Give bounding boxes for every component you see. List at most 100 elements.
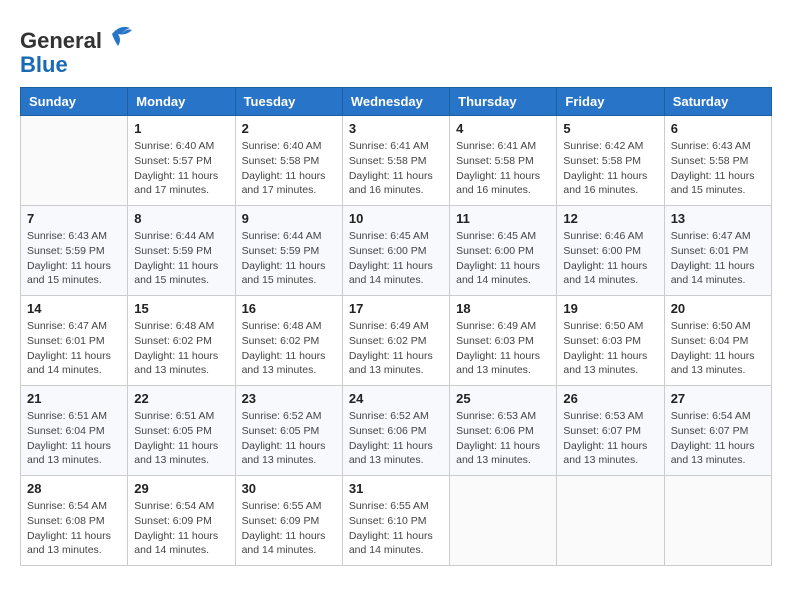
weekday-header-row: SundayMondayTuesdayWednesdayThursdayFrid…	[21, 88, 772, 116]
day-info: Sunrise: 6:46 AMSunset: 6:00 PMDaylight:…	[563, 229, 657, 288]
day-number: 16	[242, 301, 336, 316]
calendar-cell	[450, 476, 557, 566]
calendar-week-row: 1Sunrise: 6:40 AMSunset: 5:57 PMDaylight…	[21, 116, 772, 206]
calendar-header: SundayMondayTuesdayWednesdayThursdayFrid…	[21, 88, 772, 116]
day-info: Sunrise: 6:42 AMSunset: 5:58 PMDaylight:…	[563, 139, 657, 198]
weekday-header-tuesday: Tuesday	[235, 88, 342, 116]
day-number: 9	[242, 211, 336, 226]
day-info: Sunrise: 6:49 AMSunset: 6:02 PMDaylight:…	[349, 319, 443, 378]
day-info: Sunrise: 6:50 AMSunset: 6:03 PMDaylight:…	[563, 319, 657, 378]
calendar-cell: 23 Sunrise: 6:52 AMSunset: 6:05 PMDayligh…	[235, 386, 342, 476]
day-number: 20	[671, 301, 765, 316]
day-info: Sunrise: 6:44 AMSunset: 5:59 PMDaylight:…	[134, 229, 228, 288]
calendar-cell: 28Sunrise: 6:54 AMSunset: 6:08 PMDayligh…	[21, 476, 128, 566]
day-number: 5	[563, 121, 657, 136]
calendar-cell	[21, 116, 128, 206]
calendar-cell: 4 Sunrise: 6:41 AMSunset: 5:58 PMDaylight…	[450, 116, 557, 206]
calendar-cell: 19Sunrise: 6:50 AMSunset: 6:03 PMDayligh…	[557, 296, 664, 386]
weekday-header-sunday: Sunday	[21, 88, 128, 116]
calendar-cell: 12 Sunrise: 6:46 AMSunset: 6:00 PMDayligh…	[557, 206, 664, 296]
calendar-cell: 14Sunrise: 6:47 AMSunset: 6:01 PMDayligh…	[21, 296, 128, 386]
calendar-cell: 21 Sunrise: 6:51 AMSunset: 6:04 PMDayligh…	[21, 386, 128, 476]
day-info: Sunrise: 6:45 AMSunset: 6:00 PMDaylight:…	[456, 229, 550, 288]
day-info: Sunrise: 6:47 AMSunset: 6:01 PMDaylight:…	[671, 229, 765, 288]
calendar-cell: 27 Sunrise: 6:54 AMSunset: 6:07 PMDayligh…	[664, 386, 771, 476]
day-number: 11	[456, 211, 550, 226]
calendar-cell: 10Sunrise: 6:45 AMSunset: 6:00 PMDayligh…	[342, 206, 449, 296]
day-number: 31	[349, 481, 443, 496]
weekday-header-saturday: Saturday	[664, 88, 771, 116]
calendar-cell: 20 Sunrise: 6:50 AMSunset: 6:04 PMDayligh…	[664, 296, 771, 386]
day-number: 21	[27, 391, 121, 406]
day-number: 12	[563, 211, 657, 226]
calendar-cell: 30 Sunrise: 6:55 AMSunset: 6:09 PMDayligh…	[235, 476, 342, 566]
calendar-cell: 7 Sunrise: 6:43 AMSunset: 5:59 PMDaylight…	[21, 206, 128, 296]
day-info: Sunrise: 6:43 AMSunset: 5:59 PMDaylight:…	[27, 229, 121, 288]
calendar-cell: 15Sunrise: 6:48 AMSunset: 6:02 PMDayligh…	[128, 296, 235, 386]
day-info: Sunrise: 6:49 AMSunset: 6:03 PMDaylight:…	[456, 319, 550, 378]
day-info: Sunrise: 6:48 AMSunset: 6:02 PMDaylight:…	[134, 319, 228, 378]
calendar-cell: 1Sunrise: 6:40 AMSunset: 5:57 PMDaylight…	[128, 116, 235, 206]
weekday-header-friday: Friday	[557, 88, 664, 116]
day-number: 30	[242, 481, 336, 496]
logo: General Blue	[20, 20, 132, 77]
day-number: 22	[134, 391, 228, 406]
calendar-cell: 26 Sunrise: 6:53 AMSunset: 6:07 PMDayligh…	[557, 386, 664, 476]
day-info: Sunrise: 6:41 AMSunset: 5:58 PMDaylight:…	[456, 139, 550, 198]
calendar-cell	[557, 476, 664, 566]
calendar-cell: 29Sunrise: 6:54 AMSunset: 6:09 PMDayligh…	[128, 476, 235, 566]
calendar-cell: 9Sunrise: 6:44 AMSunset: 5:59 PMDaylight…	[235, 206, 342, 296]
day-info: Sunrise: 6:51 AMSunset: 6:05 PMDaylight:…	[134, 409, 228, 468]
day-info: Sunrise: 6:55 AMSunset: 6:09 PMDaylight:…	[242, 499, 336, 558]
calendar-cell: 13 Sunrise: 6:47 AMSunset: 6:01 PMDayligh…	[664, 206, 771, 296]
day-info: Sunrise: 6:52 AMSunset: 6:05 PMDaylight:…	[242, 409, 336, 468]
day-number: 18	[456, 301, 550, 316]
day-number: 7	[27, 211, 121, 226]
calendar-cell: 2Sunrise: 6:40 AMSunset: 5:58 PMDaylight…	[235, 116, 342, 206]
logo-general: General	[20, 28, 102, 53]
calendar-week-row: 7 Sunrise: 6:43 AMSunset: 5:59 PMDaylight…	[21, 206, 772, 296]
day-number: 1	[134, 121, 228, 136]
day-info: Sunrise: 6:52 AMSunset: 6:06 PMDaylight:…	[349, 409, 443, 468]
day-number: 6	[671, 121, 765, 136]
calendar-cell: 6 Sunrise: 6:43 AMSunset: 5:58 PMDaylight…	[664, 116, 771, 206]
calendar-cell: 5 Sunrise: 6:42 AMSunset: 5:58 PMDaylight…	[557, 116, 664, 206]
day-info: Sunrise: 6:51 AMSunset: 6:04 PMDaylight:…	[27, 409, 121, 468]
weekday-header-wednesday: Wednesday	[342, 88, 449, 116]
day-number: 28	[27, 481, 121, 496]
day-number: 4	[456, 121, 550, 136]
day-number: 8	[134, 211, 228, 226]
day-info: Sunrise: 6:53 AMSunset: 6:06 PMDaylight:…	[456, 409, 550, 468]
day-info: Sunrise: 6:54 AMSunset: 6:09 PMDaylight:…	[134, 499, 228, 558]
logo-text: General	[20, 20, 132, 53]
calendar-body: 1Sunrise: 6:40 AMSunset: 5:57 PMDaylight…	[21, 116, 772, 566]
calendar-cell	[664, 476, 771, 566]
weekday-header-thursday: Thursday	[450, 88, 557, 116]
calendar-cell: 8 Sunrise: 6:44 AMSunset: 5:59 PMDaylight…	[128, 206, 235, 296]
calendar-table: SundayMondayTuesdayWednesdayThursdayFrid…	[20, 87, 772, 566]
day-number: 2	[242, 121, 336, 136]
calendar-cell: 31Sunrise: 6:55 AMSunset: 6:10 PMDayligh…	[342, 476, 449, 566]
day-info: Sunrise: 6:45 AMSunset: 6:00 PMDaylight:…	[349, 229, 443, 288]
calendar-cell: 17Sunrise: 6:49 AMSunset: 6:02 PMDayligh…	[342, 296, 449, 386]
calendar-cell: 16 Sunrise: 6:48 AMSunset: 6:02 PMDayligh…	[235, 296, 342, 386]
day-info: Sunrise: 6:50 AMSunset: 6:04 PMDaylight:…	[671, 319, 765, 378]
day-number: 25	[456, 391, 550, 406]
page-header: General Blue	[20, 20, 772, 77]
calendar-week-row: 14Sunrise: 6:47 AMSunset: 6:01 PMDayligh…	[21, 296, 772, 386]
day-number: 23	[242, 391, 336, 406]
day-number: 27	[671, 391, 765, 406]
day-info: Sunrise: 6:47 AMSunset: 6:01 PMDaylight:…	[27, 319, 121, 378]
day-info: Sunrise: 6:54 AMSunset: 6:07 PMDaylight:…	[671, 409, 765, 468]
calendar-cell: 24Sunrise: 6:52 AMSunset: 6:06 PMDayligh…	[342, 386, 449, 476]
day-info: Sunrise: 6:53 AMSunset: 6:07 PMDaylight:…	[563, 409, 657, 468]
day-info: Sunrise: 6:41 AMSunset: 5:58 PMDaylight:…	[349, 139, 443, 198]
calendar-cell: 22 Sunrise: 6:51 AMSunset: 6:05 PMDayligh…	[128, 386, 235, 476]
day-number: 26	[563, 391, 657, 406]
calendar-cell: 18 Sunrise: 6:49 AMSunset: 6:03 PMDayligh…	[450, 296, 557, 386]
day-info: Sunrise: 6:48 AMSunset: 6:02 PMDaylight:…	[242, 319, 336, 378]
logo-blue: Blue	[20, 52, 68, 77]
weekday-header-monday: Monday	[128, 88, 235, 116]
day-info: Sunrise: 6:43 AMSunset: 5:58 PMDaylight:…	[671, 139, 765, 198]
day-number: 13	[671, 211, 765, 226]
